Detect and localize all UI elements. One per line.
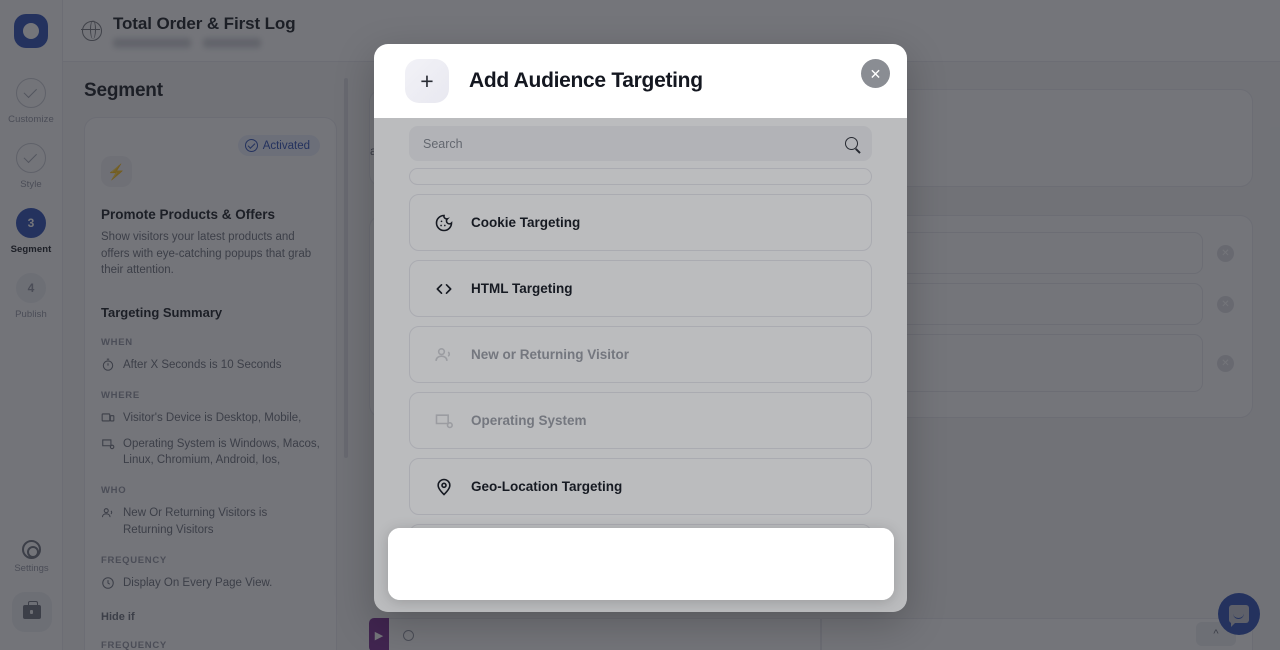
list-item-label: Cookie Targeting [471,215,581,230]
spotlight-sitedata [388,528,894,600]
modal-body: Cookie Targeting HTML Targeting New or R… [374,118,907,581]
list-item-label: New or Returning Visitor [471,347,630,362]
visitors-icon [435,347,451,361]
modal-header: + Add Audience Targeting ✕ [374,44,907,118]
operating-system-icon [435,413,453,428]
search-box[interactable] [409,126,872,161]
location-pin-icon [437,478,451,496]
list-item-label: Geo-Location Targeting [471,479,623,494]
search-input[interactable] [423,136,845,151]
plus-icon: + [405,59,449,103]
list-item-cookie-targeting[interactable]: Cookie Targeting [409,194,872,251]
search-icon [845,137,858,150]
targeting-list: Cookie Targeting HTML Targeting New or R… [409,168,872,581]
cookie-icon [435,214,453,231]
list-item-operating-system: Operating System [409,392,872,449]
list-item-label: Operating System [471,413,587,428]
modal-title: Add Audience Targeting [469,69,703,92]
screen: Customize Style 3 Segment 4 Publish [0,0,1280,650]
list-item-html-targeting[interactable]: HTML Targeting [409,260,872,317]
add-audience-targeting-modal: + Add Audience Targeting ✕ Co [374,44,907,612]
code-icon [436,283,452,294]
close-icon[interactable]: ✕ [861,59,890,88]
list-item-new-or-returning-visitor: New or Returning Visitor [409,326,872,383]
list-item-label: HTML Targeting [471,281,573,296]
list-item-geo-location-targeting[interactable]: Geo-Location Targeting [409,458,872,515]
list-item-partial[interactable] [409,168,872,185]
